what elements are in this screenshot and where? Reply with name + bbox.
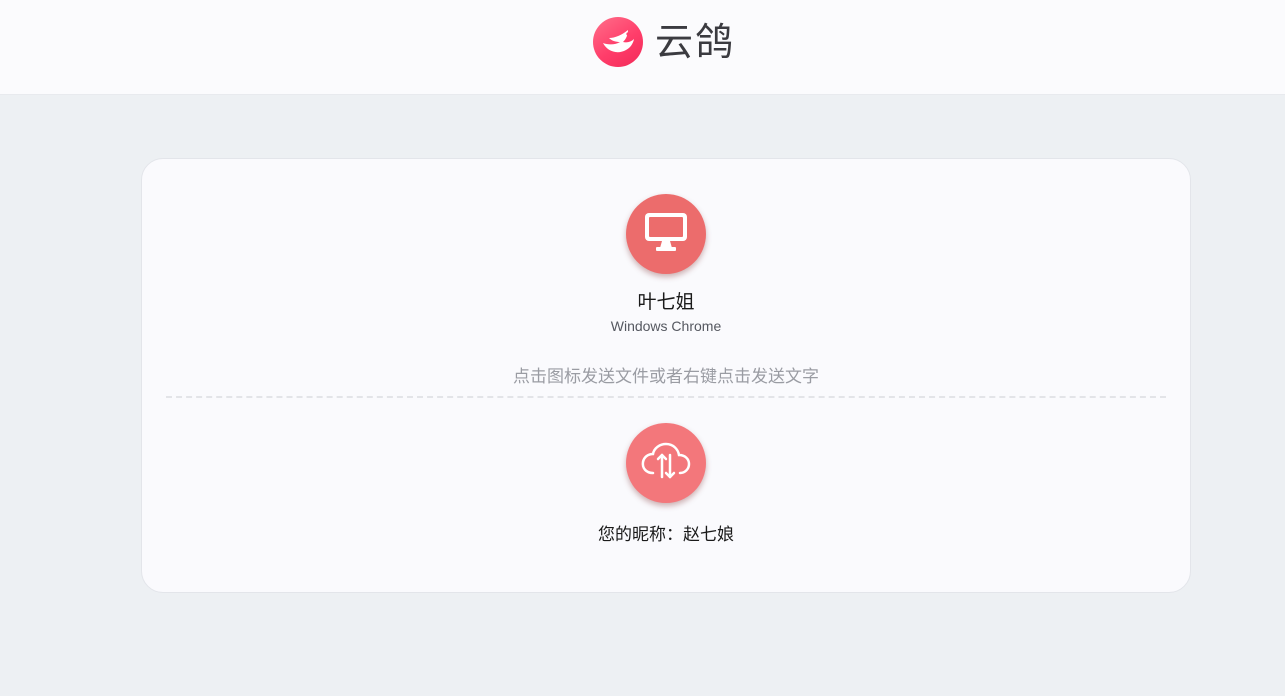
cloud-transfer-icon bbox=[639, 441, 693, 486]
dove-icon bbox=[593, 17, 643, 67]
divider bbox=[166, 396, 1166, 398]
app-header: 云鸽 bbox=[0, 0, 1285, 95]
desktop-monitor-icon bbox=[644, 212, 688, 257]
peer-device-label: Windows Chrome bbox=[610, 318, 722, 334]
self-avatar bbox=[626, 423, 706, 503]
usage-hint: 点击图标发送文件或者右键点击发送文字 bbox=[513, 367, 819, 387]
nickname-value: 赵七娘 bbox=[683, 525, 734, 545]
peer-name: 叶七姐 bbox=[637, 291, 695, 313]
nickname-row: 您的昵称：赵七娘 bbox=[142, 520, 1190, 545]
nickname-label: 您的昵称： bbox=[598, 525, 683, 545]
peer-device-button[interactable] bbox=[626, 194, 706, 274]
brand: 云鸽 bbox=[593, 16, 735, 68]
app-name: 云鸽 bbox=[655, 20, 736, 64]
devices-card: 叶七姐 Windows Chrome 点击图标发送文件或者右键点击发送文字 您的… bbox=[141, 158, 1191, 593]
